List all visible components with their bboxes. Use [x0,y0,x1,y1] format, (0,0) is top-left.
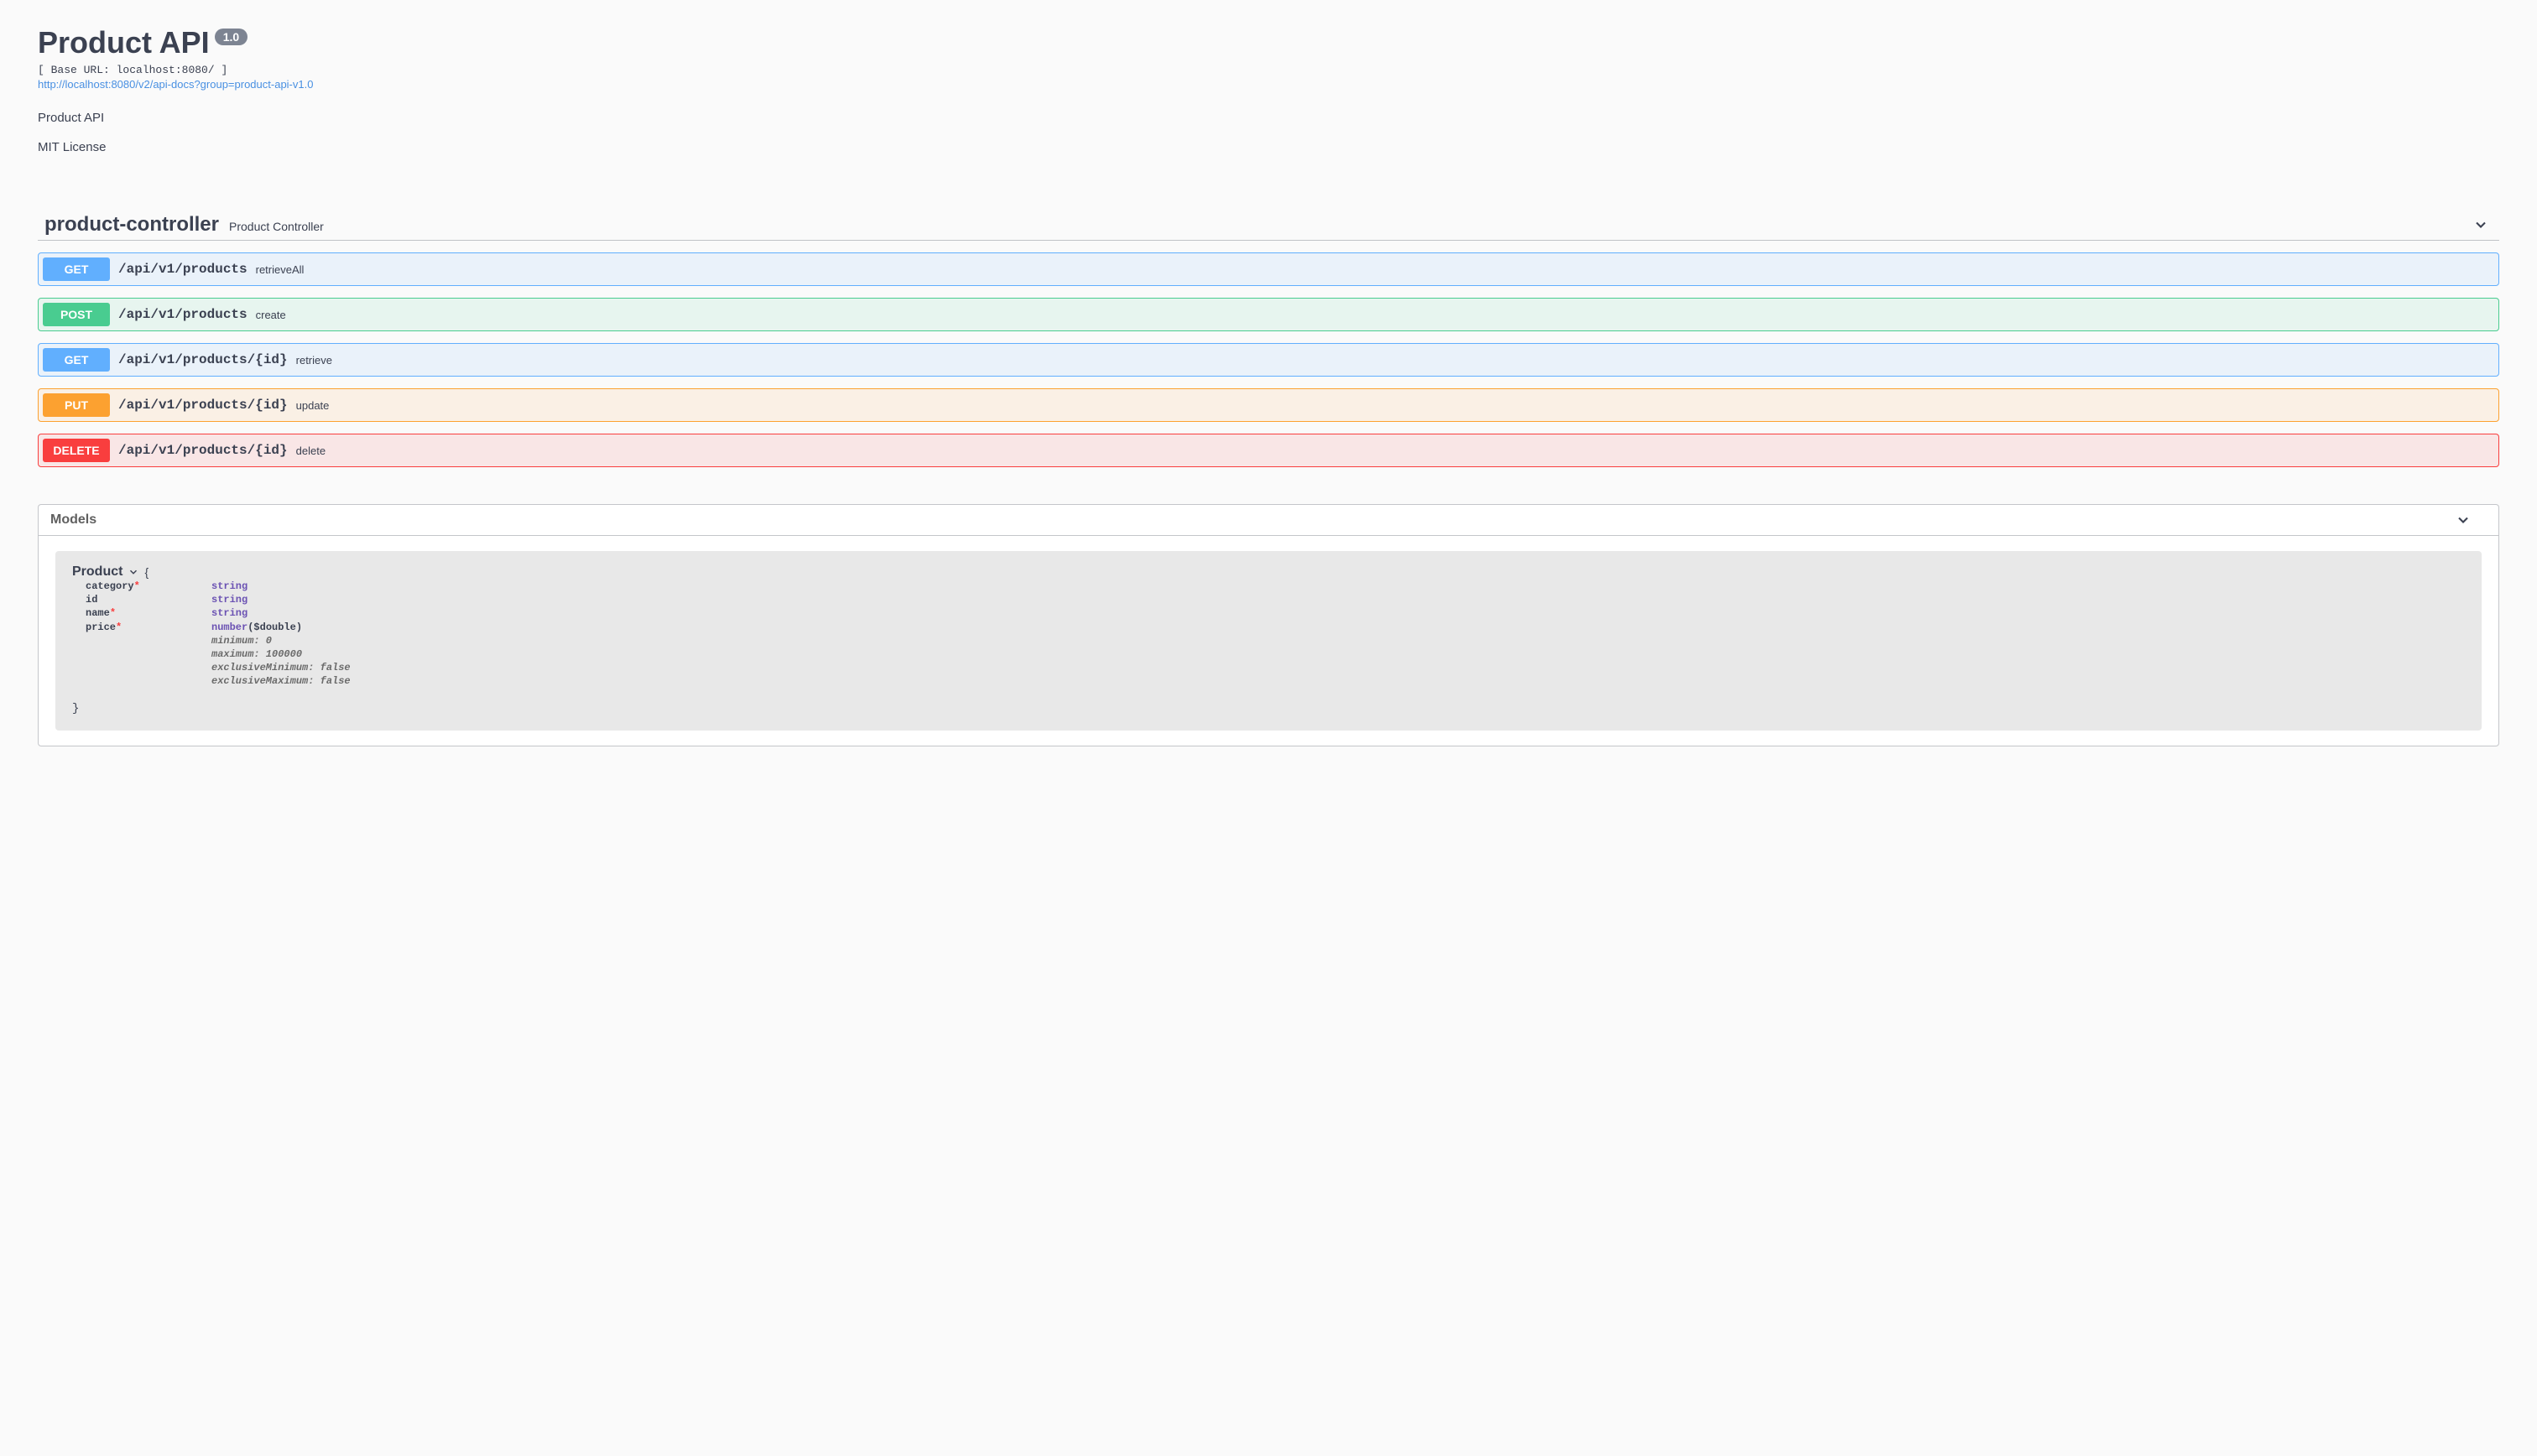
api-title: Product API [38,25,210,60]
base-url: [ Base URL: localhost:8080/ ] [38,64,2499,76]
chevron-down-icon [128,566,139,578]
method-badge: PUT [43,393,110,417]
model-property-row: category*string [86,580,2465,593]
api-license[interactable]: MIT License [38,140,2499,154]
operation-path: /api/v1/products [118,307,247,322]
chevron-down-icon [2472,216,2489,233]
method-badge: GET [43,257,110,281]
property-name: price* [86,621,211,634]
method-badge: POST [43,303,110,326]
property-type: string [211,593,247,606]
close-brace: } [72,702,2465,715]
method-badge: GET [43,348,110,372]
controller-section-header[interactable]: product-controller Product Controller [38,213,2499,241]
model-box: Product{category*stringidstringname*stri… [55,551,2482,731]
chevron-down-icon [2455,512,2472,528]
method-badge: DELETE [43,439,110,462]
property-type: string [211,580,247,593]
operation-row[interactable]: GET/api/v1/products retrieveAll [38,252,2499,286]
operation-summary: update [296,399,330,412]
base-url-suffix: ] [215,64,228,76]
version-badge: 1.0 [215,29,247,45]
model-property-row: name*string [86,606,2465,620]
base-url-prefix: [ Base URL: [38,64,117,76]
models-section: Models Product{category*stringidstringna… [38,504,2499,746]
model-property-row: idstring [86,593,2465,606]
models-title: Models [50,512,96,528]
api-description: Product API [38,111,2499,125]
model-name: Product [72,564,122,580]
operations-list: GET/api/v1/products retrieveAll POST/api/v… [38,252,2499,467]
operation-path: /api/v1/products/{id} [118,398,288,413]
operation-summary: delete [296,445,326,457]
property-constraint: maximum: 100000 [86,647,2465,661]
operation-row[interactable]: POST/api/v1/products create [38,298,2499,331]
operation-path: /api/v1/products/{id} [118,443,288,458]
property-name: id [86,593,211,606]
operation-path: /api/v1/products [118,262,247,277]
api-docs-link[interactable]: http://localhost:8080/v2/api-docs?group=… [38,78,313,91]
operation-summary: retrieve [296,354,332,367]
api-header: Product API 1.0 [ Base URL: localhost:80… [38,25,2499,154]
operation-row[interactable]: PUT/api/v1/products/{id} update [38,388,2499,422]
base-url-value: localhost:8080/ [117,64,215,76]
operation-row[interactable]: DELETE/api/v1/products/{id} delete [38,434,2499,467]
operation-path: /api/v1/products/{id} [118,352,288,367]
property-type: number($double) [211,621,302,634]
controller-description: Product Controller [229,220,324,233]
models-header[interactable]: Models [39,505,2498,536]
open-brace: { [144,565,148,579]
model-property-row: price*number($double) [86,621,2465,634]
property-constraint: minimum: 0 [86,634,2465,647]
property-name: name* [86,606,211,620]
property-type: string [211,606,247,620]
property-constraint: exclusiveMinimum: false [86,661,2465,674]
property-name: category* [86,580,211,593]
model-name-row[interactable]: Product { [72,564,2465,580]
operation-summary: retrieveAll [256,263,305,276]
operation-row[interactable]: GET/api/v1/products/{id} retrieve [38,343,2499,377]
operation-summary: create [256,309,286,321]
property-constraint: exclusiveMaximum: false [86,674,2465,688]
controller-name: product-controller [44,213,219,237]
